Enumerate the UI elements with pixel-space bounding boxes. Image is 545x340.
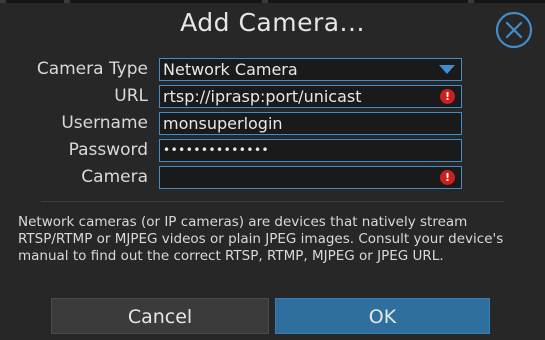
close-icon: [495, 11, 533, 49]
chevron-down-icon[interactable]: [439, 65, 455, 74]
url-row: URL rtsp://iprasp:port/unicast !: [0, 85, 545, 108]
username-label: Username: [61, 113, 148, 133]
camera-type-label: Camera Type: [36, 59, 148, 79]
error-icon: !: [440, 89, 455, 104]
password-input[interactable]: ••••••••••••••: [159, 139, 462, 162]
camera-type-select[interactable]: Network Camera: [159, 58, 462, 81]
top-edge-notch: [0, 0, 6, 3]
dialog-title: Add Camera...: [180, 8, 365, 37]
camera-type-row: Camera Type Network Camera: [0, 58, 545, 81]
camera-label: Camera: [81, 167, 148, 187]
camera-row: Camera !: [0, 166, 545, 189]
cancel-button[interactable]: Cancel: [51, 298, 269, 334]
window-top-edge: [0, 0, 545, 3]
password-row: Password ••••••••••••••: [0, 139, 545, 162]
username-row: Username monsuperlogin: [0, 112, 545, 135]
password-label: Password: [68, 140, 148, 160]
ok-button[interactable]: OK: [275, 298, 490, 334]
top-edge-notch: [64, 0, 70, 3]
top-edge-notch: [468, 0, 474, 3]
url-input[interactable]: rtsp://iprasp:port/unicast !: [159, 85, 462, 108]
username-input[interactable]: monsuperlogin: [159, 112, 462, 135]
top-edge-notch: [262, 0, 268, 3]
username-value: monsuperlogin: [163, 114, 283, 133]
url-value: rtsp://iprasp:port/unicast: [163, 87, 362, 106]
camera-type-value: Network Camera: [163, 60, 298, 79]
camera-input[interactable]: !: [159, 166, 462, 189]
close-button[interactable]: [495, 11, 533, 49]
password-value: ••••••••••••••: [163, 143, 270, 157]
error-icon: !: [440, 170, 455, 185]
add-camera-dialog: Add Camera... Camera Type Network Camera…: [0, 0, 545, 340]
divider: [41, 201, 504, 202]
url-label: URL: [114, 86, 148, 106]
help-text: Network cameras (or IP cameras) are devi…: [18, 214, 504, 264]
